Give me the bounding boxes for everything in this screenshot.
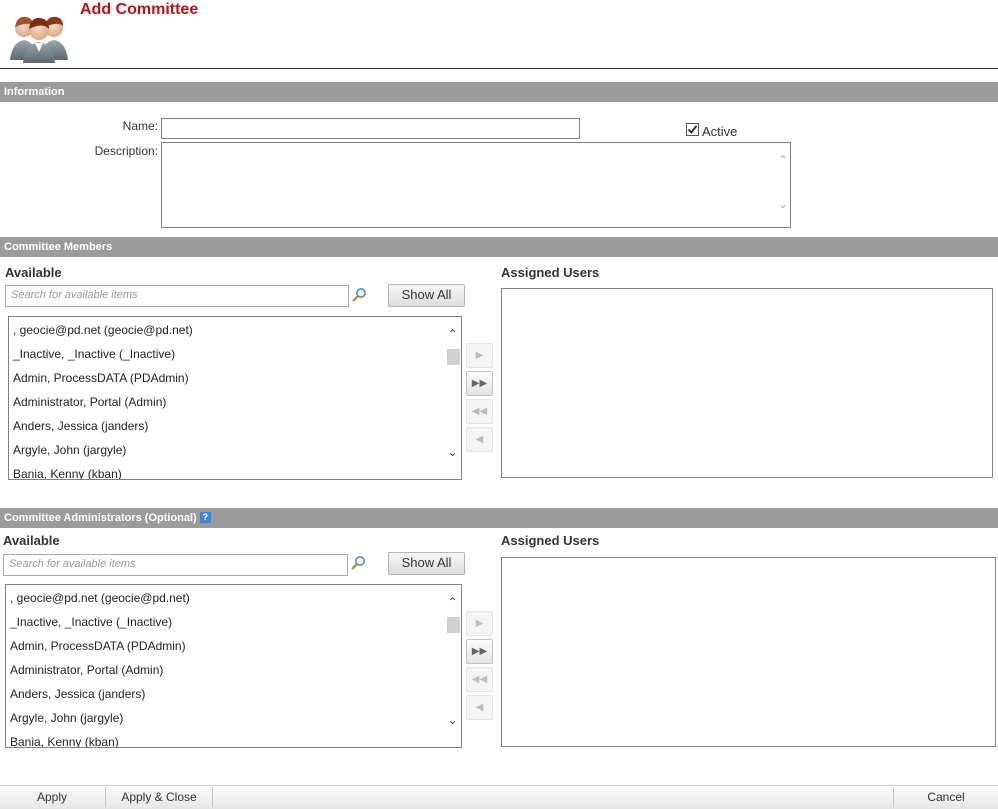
toolbar-separator	[212, 787, 213, 807]
list-item[interactable]: Anders, Jessica (janders)	[10, 687, 145, 701]
list-item[interactable]: Bania, Kenny (kban)	[13, 467, 122, 479]
header-divider	[0, 68, 998, 69]
scroll-down-icon[interactable]: ⌄	[444, 445, 461, 459]
administrators-search-input[interactable]: Search for available items	[3, 554, 348, 576]
apply-button[interactable]: Apply	[0, 786, 104, 809]
administrators-assigned-list[interactable]	[501, 557, 996, 747]
members-list-scrollbar[interactable]: ⌃ ⌄	[444, 317, 461, 479]
page-title: Add Committee	[80, 1, 199, 18]
members-assigned-list[interactable]	[501, 288, 993, 478]
scroll-down-icon[interactable]: ⌄	[778, 197, 788, 211]
list-item[interactable]: Admin, ProcessDATA (PDAdmin)	[10, 639, 186, 653]
members-show-all-button[interactable]: Show All	[388, 284, 465, 307]
list-item[interactable]: Bania, Kenny (kban)	[10, 735, 119, 747]
committee-members-section-header: Committee Members	[0, 237, 998, 257]
description-label: Description:	[94, 144, 158, 158]
administrators-show-all-button[interactable]: Show All	[388, 552, 465, 575]
help-icon[interactable]: ?	[199, 512, 211, 523]
administrators-move-all-button[interactable]: ▶▶	[466, 639, 493, 664]
members-search-input[interactable]: Search for available items	[5, 285, 349, 307]
scroll-up-icon[interactable]: ⌃	[444, 327, 461, 341]
scroll-thumb[interactable]	[447, 349, 460, 365]
name-input[interactable]	[161, 118, 580, 139]
list-item[interactable]: , geocie@pd.net (geocie@pd.net)	[10, 591, 190, 605]
committee-administrators-section-header: Committee Administrators (Optional)?	[0, 508, 998, 528]
administrators-section-title: Committee Administrators (Optional)	[4, 512, 197, 524]
administrators-search-icon[interactable]	[350, 555, 366, 571]
list-item[interactable]: Administrator, Portal (Admin)	[13, 395, 166, 409]
administrators-available-list[interactable]: , geocie@pd.net (geocie@pd.net) _Inactiv…	[5, 584, 462, 748]
search-icon	[351, 556, 365, 570]
members-move-all-button[interactable]: ▶▶	[466, 371, 493, 396]
administrators-remove-selected-button[interactable]: ◀	[466, 695, 493, 720]
administrators-remove-all-button[interactable]: ◀◀	[466, 667, 493, 692]
members-available-list[interactable]: , geocie@pd.net (geocie@pd.net) _Inactiv…	[8, 316, 462, 480]
list-item[interactable]: _Inactive, _Inactive (_Inactive)	[10, 615, 172, 629]
scroll-up-icon[interactable]: ⌃	[778, 153, 788, 167]
scroll-up-icon[interactable]: ⌃	[444, 595, 461, 609]
active-label: Active	[702, 124, 738, 139]
administrators-list-scrollbar[interactable]: ⌃ ⌄	[444, 585, 461, 747]
members-search-icon[interactable]	[351, 287, 367, 303]
apply-close-button[interactable]: Apply & Close	[106, 786, 212, 809]
members-move-selected-button[interactable]: ▶	[466, 343, 493, 368]
scroll-down-icon[interactable]: ⌄	[444, 713, 461, 727]
list-item[interactable]: Administrator, Portal (Admin)	[10, 663, 163, 677]
scroll-thumb[interactable]	[447, 617, 460, 633]
members-available-heading: Available	[5, 265, 62, 280]
description-textarea[interactable]: ⌃ ⌄	[161, 142, 791, 228]
members-remove-all-button[interactable]: ◀◀	[466, 399, 493, 424]
members-remove-selected-button[interactable]: ◀	[466, 427, 493, 452]
list-item[interactable]: Anders, Jessica (janders)	[13, 419, 148, 433]
administrators-available-heading: Available	[3, 533, 60, 548]
list-item[interactable]: Argyle, John (jargyle)	[13, 443, 126, 457]
list-item[interactable]: _Inactive, _Inactive (_Inactive)	[13, 347, 175, 361]
active-checkbox[interactable]	[686, 123, 699, 136]
information-section-header: Information	[0, 82, 998, 102]
footer-toolbar: Apply Apply & Close Cancel	[0, 785, 998, 809]
administrators-move-selected-button[interactable]: ▶	[466, 611, 493, 636]
administrators-assigned-heading: Assigned Users	[501, 533, 600, 548]
cancel-button[interactable]: Cancel	[894, 786, 998, 809]
list-item[interactable]: Argyle, John (jargyle)	[10, 711, 123, 725]
checkmark-icon	[687, 125, 698, 134]
search-icon	[352, 288, 366, 302]
name-label: Name:	[122, 119, 158, 133]
users-group-icon	[10, 16, 68, 63]
list-item[interactable]: , geocie@pd.net (geocie@pd.net)	[13, 323, 193, 337]
committee-logo	[8, 8, 70, 64]
members-assigned-heading: Assigned Users	[501, 265, 600, 280]
list-item[interactable]: Admin, ProcessDATA (PDAdmin)	[13, 371, 189, 385]
